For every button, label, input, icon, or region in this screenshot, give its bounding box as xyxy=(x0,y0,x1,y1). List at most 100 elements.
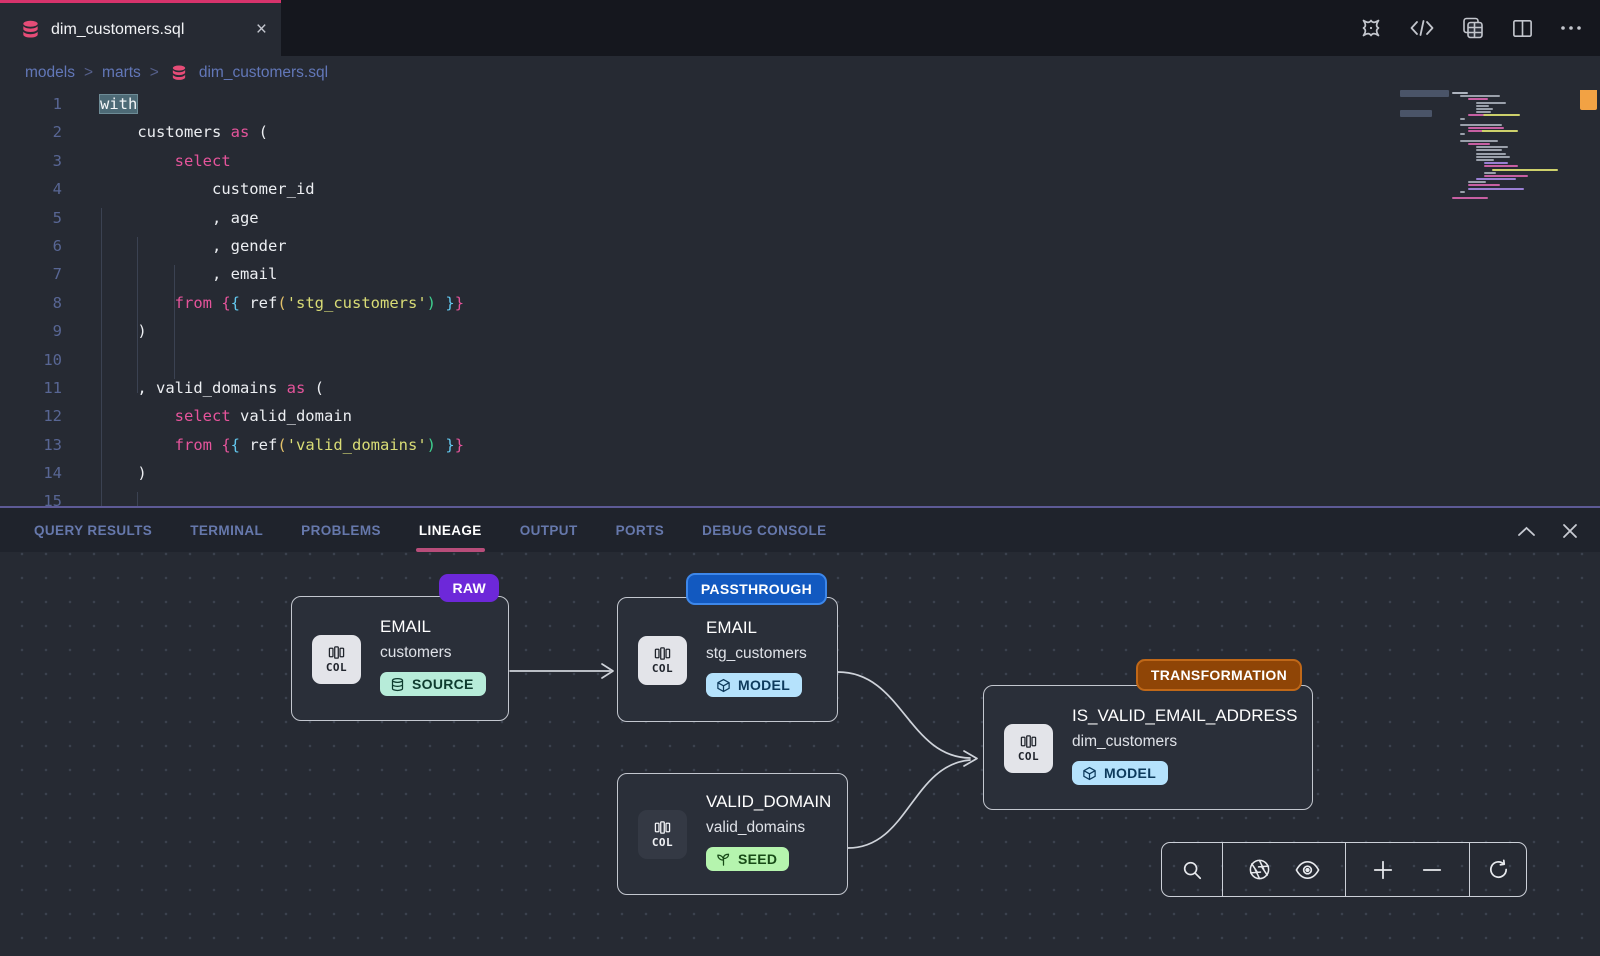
col-label: COL xyxy=(326,661,347,674)
ellipsis-icon[interactable] xyxy=(1560,25,1582,31)
line-number: 14 xyxy=(0,459,62,487)
line-number: 7 xyxy=(0,260,62,288)
line-number: 9 xyxy=(0,317,62,345)
database-icon xyxy=(20,19,41,40)
column-icon-box: COL xyxy=(638,810,687,859)
selected-text: with xyxy=(100,95,137,113)
line-number: 4 xyxy=(0,175,62,203)
breadcrumb-separator: > xyxy=(150,64,159,82)
col-label: COL xyxy=(652,836,673,849)
line-number: 3 xyxy=(0,147,62,175)
line-number: 5 xyxy=(0,204,62,232)
database-icon xyxy=(170,64,188,82)
code-line: 9 ) xyxy=(0,317,1600,345)
badge-raw: RAW xyxy=(439,574,499,602)
badge-model: MODEL xyxy=(1072,761,1168,785)
lineage-node-customers[interactable]: RAW COL EMAIL customers SOURCE xyxy=(291,596,509,721)
col-label: COL xyxy=(1018,750,1039,763)
node-title: VALID_DOMAIN xyxy=(706,792,835,812)
badge-seed: SEED xyxy=(706,847,789,871)
code-line: 8 from {{ ref('stg_customers') }} xyxy=(0,289,1600,317)
lineage-node-stg-customers[interactable]: PASSTHROUGH COL EMAIL stg_customers MODE… xyxy=(617,597,838,722)
editor-tab-dim-customers[interactable]: dim_customers.sql × xyxy=(0,0,281,56)
refresh-icon[interactable] xyxy=(1487,858,1510,881)
line-number: 2 xyxy=(0,118,62,146)
columns-icon xyxy=(654,820,671,835)
columns-icon xyxy=(654,646,671,661)
code-line: 15 xyxy=(0,487,1600,506)
database-icon xyxy=(390,677,405,692)
code-line: 4 customer_id xyxy=(0,175,1600,203)
code-line: 3 select xyxy=(0,147,1600,175)
code-line: 12 select valid_domain xyxy=(0,402,1600,430)
line-number: 11 xyxy=(0,374,62,402)
lineage-toolbar xyxy=(1161,842,1527,897)
overview-ruler-mark xyxy=(1400,90,1449,97)
seedling-icon xyxy=(716,852,731,867)
line-number: 8 xyxy=(0,289,62,317)
line-number: 15 xyxy=(0,487,62,506)
node-subtitle: stg_customers xyxy=(706,645,825,663)
badge-passthrough: PASSTHROUGH xyxy=(686,573,827,605)
panel-tab-debug-console[interactable]: DEBUG CONSOLE xyxy=(702,508,826,552)
chevron-up-icon[interactable] xyxy=(1517,526,1536,537)
panel-tab-query-results[interactable]: QUERY RESULTS xyxy=(34,508,152,552)
lineage-node-valid-domains[interactable]: COL VALID_DOMAIN valid_domains SEED xyxy=(617,773,848,895)
panel-tab-lineage[interactable]: LINEAGE xyxy=(419,508,482,552)
eye-icon[interactable] xyxy=(1295,860,1320,880)
tab-close-icon[interactable]: × xyxy=(256,20,267,39)
code-line: 6 , gender xyxy=(0,232,1600,260)
column-icon-box: COL xyxy=(312,635,361,684)
code-line: 7 , email xyxy=(0,260,1600,288)
columns-icon xyxy=(1020,734,1037,749)
column-icon-box: COL xyxy=(638,636,687,685)
badge-model: MODEL xyxy=(706,673,802,697)
panel-tab-output[interactable]: OUTPUT xyxy=(520,508,578,552)
code-line: 10 xyxy=(0,346,1600,374)
tab-strip: dim_customers.sql × xyxy=(0,0,1600,56)
split-editor-icon[interactable] xyxy=(1511,17,1534,40)
code-line: 13 from {{ ref('valid_domains') }} xyxy=(0,431,1600,459)
cube-icon xyxy=(1082,766,1097,781)
panel-tab-terminal[interactable]: TERMINAL xyxy=(190,508,263,552)
node-title: EMAIL xyxy=(706,618,825,638)
code-icon[interactable] xyxy=(1409,17,1435,39)
node-title: IS_VALID_EMAIL_ADDRESS xyxy=(1072,706,1300,726)
breadcrumb: models > marts > dim_customers.sql xyxy=(0,56,1600,90)
badge-transformation: TRANSFORMATION xyxy=(1136,659,1302,691)
code-editor[interactable]: 1with 2 customers as ( 3 select 4 custom… xyxy=(0,90,1600,506)
code-line: 5 , age xyxy=(0,204,1600,232)
line-number: 12 xyxy=(0,402,62,430)
breadcrumb-item-file[interactable]: dim_customers.sql xyxy=(199,64,328,82)
zoom-in-plus-icon[interactable] xyxy=(1372,859,1394,881)
line-number: 1 xyxy=(0,90,62,118)
lineage-node-dim-customers[interactable]: TRANSFORMATION COL IS_VALID_EMAIL_ADDRES… xyxy=(983,685,1313,810)
node-title: EMAIL xyxy=(380,617,496,637)
editor-action-icons xyxy=(1359,0,1582,56)
bottom-panel-header: QUERY RESULTS TERMINAL PROBLEMS LINEAGE … xyxy=(0,506,1600,552)
panel-tab-problems[interactable]: PROBLEMS xyxy=(301,508,381,552)
close-icon[interactable] xyxy=(1562,523,1578,539)
minimap[interactable] xyxy=(1452,92,1534,200)
zoom-out-minus-icon[interactable] xyxy=(1421,866,1443,874)
code-line: 14 ) xyxy=(0,459,1600,487)
node-subtitle: customers xyxy=(380,644,496,662)
breadcrumb-item-marts[interactable]: marts xyxy=(102,64,141,82)
col-label: COL xyxy=(652,662,673,675)
panel-tab-ports[interactable]: PORTS xyxy=(616,508,665,552)
search-icon[interactable] xyxy=(1181,859,1203,881)
columns-icon xyxy=(328,645,345,660)
line-number: 10 xyxy=(0,346,62,374)
aperture-icon[interactable] xyxy=(1248,858,1271,881)
code-line: 11 , valid_domains as ( xyxy=(0,374,1600,402)
cube-icon xyxy=(716,678,731,693)
copy-table-icon[interactable] xyxy=(1461,16,1485,40)
node-subtitle: dim_customers xyxy=(1072,733,1300,751)
lineage-canvas[interactable]: RAW COL EMAIL customers SOURCE PASSTHROU… xyxy=(0,552,1600,956)
line-number: 13 xyxy=(0,431,62,459)
dbt-logo-icon[interactable] xyxy=(1359,16,1383,40)
line-number: 6 xyxy=(0,232,62,260)
node-subtitle: valid_domains xyxy=(706,819,835,837)
breadcrumb-item-models[interactable]: models xyxy=(25,64,75,82)
overview-ruler-mark xyxy=(1400,110,1432,117)
